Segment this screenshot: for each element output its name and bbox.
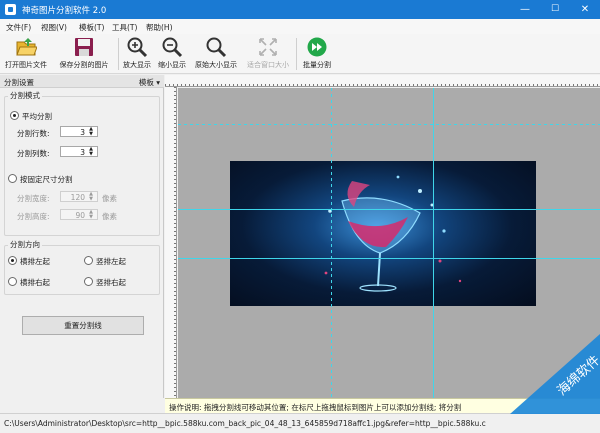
zoom-out-icon — [162, 37, 183, 58]
split-mode-label: 分割模式 — [8, 90, 42, 101]
v-right-label: 竖排右起 — [96, 278, 126, 287]
toolbar-separator — [118, 38, 119, 70]
h-left-label: 横排左起 — [20, 257, 50, 266]
menu-view[interactable]: 视图(V) — [41, 22, 67, 33]
zoom-in-icon — [127, 37, 148, 58]
status-bar: C:\Users\Administrator\Desktop\src=http_… — [0, 413, 600, 433]
fixed-size-label: 按固定尺寸分割 — [20, 175, 73, 184]
panel-header: 分割设置 模板 ▾ — [0, 75, 164, 88]
vertical-ruler[interactable] — [165, 87, 177, 398]
height-unit: 像素 — [102, 212, 117, 221]
template-menu[interactable]: 模板 ▾ — [139, 77, 160, 88]
minimize-button[interactable]: — — [510, 0, 540, 19]
fixed-size-radio[interactable] — [8, 174, 17, 183]
horizontal-split-line[interactable] — [178, 124, 600, 125]
horizontal-split-line[interactable] — [178, 209, 600, 210]
height-stepper[interactable]: 90 ▲ ▼ — [60, 209, 98, 220]
width-unit: 像素 — [102, 194, 117, 203]
watermark-logo: 海绵软件 — [510, 334, 600, 414]
vertical-split-line[interactable] — [433, 88, 434, 398]
horizontal-split-line[interactable] — [178, 258, 600, 259]
cocktail-glass-illustration — [324, 175, 462, 292]
cols-stepper[interactable]: 3 ▲ ▼ — [60, 146, 98, 157]
width-stepper[interactable]: 120 ▲ ▼ — [60, 191, 98, 202]
fit-window-icon — [259, 38, 277, 56]
direction-label: 分割方向 — [8, 239, 42, 250]
panel-title: 分割设置 — [4, 78, 34, 87]
v-left-label: 竖排左起 — [96, 257, 126, 266]
save-icon — [75, 38, 93, 56]
menu-help[interactable]: 帮助(H) — [146, 22, 173, 33]
menu-file[interactable]: 文件(F) — [6, 22, 31, 33]
cols-label: 分割列数: — [17, 149, 50, 158]
height-label: 分割高度: — [17, 212, 50, 221]
equal-split-radio[interactable] — [10, 111, 19, 120]
fast-forward-icon — [307, 37, 327, 57]
window-title: 神奇图片分割软件 2.0 — [22, 6, 107, 16]
folder-open-icon — [16, 38, 37, 56]
toolbar-separator — [296, 38, 297, 70]
title-bar: 神奇图片分割软件 2.0 — ☐ ✕ — [0, 0, 600, 19]
rows-stepper[interactable]: 3 ▲ ▼ — [60, 126, 98, 137]
save-split-button[interactable]: 保存分割的图片 — [55, 36, 113, 72]
rows-label: 分割行数: — [17, 129, 50, 138]
toolbar: 打开图片文件 保存分割的图片 放大显示 缩小显示 原始大小显示 适合窗口大小 批… — [0, 34, 600, 74]
menu-template[interactable]: 模板(T) — [79, 22, 104, 33]
settings-panel: 分割设置 模板 ▾ 分割模式 平均分割 分割行数: 3 ▲ ▼ 分割列数: 3 ▲… — [0, 75, 164, 398]
v-left-radio[interactable] — [84, 256, 93, 265]
reset-lines-button[interactable]: 重置分割线 — [22, 316, 144, 335]
h-right-radio[interactable] — [8, 277, 17, 286]
horizontal-ruler[interactable] — [165, 75, 600, 87]
v-right-radio[interactable] — [84, 277, 93, 286]
hint-text: 操作说明: 拖拽分割线可移动其位置; 在标尺上拖拽鼠标到图片上可以添加分割线; … — [169, 403, 462, 412]
stepper-arrows[interactable]: ▲ ▼ — [87, 192, 95, 202]
file-path: C:\Users\Administrator\Desktop\src=http_… — [4, 419, 486, 428]
h-left-radio[interactable] — [8, 256, 17, 265]
menu-bar: 文件(F) 视图(V) 模板(T) 工具(T) 帮助(H) — [0, 19, 600, 34]
close-button[interactable]: ✕ — [570, 0, 600, 19]
zoom-in-button[interactable]: 放大显示 — [120, 36, 154, 72]
menu-tools[interactable]: 工具(T) — [112, 22, 137, 33]
vertical-split-line[interactable] — [331, 88, 332, 398]
stepper-arrows[interactable]: ▲ ▼ — [87, 147, 95, 157]
zoom-out-button[interactable]: 缩小显示 — [155, 36, 189, 72]
preview-image — [230, 161, 536, 306]
equal-split-label: 平均分割 — [22, 112, 52, 121]
batch-split-button[interactable]: 批量分割 — [299, 36, 335, 72]
maximize-button[interactable]: ☐ — [540, 0, 570, 19]
open-image-button[interactable]: 打开图片文件 — [4, 36, 48, 72]
fit-window-button[interactable]: 适合窗口大小 — [243, 36, 293, 72]
actual-size-button[interactable]: 原始大小显示 — [192, 36, 240, 72]
stepper-arrows[interactable]: ▲ ▼ — [87, 127, 95, 137]
stepper-arrows[interactable]: ▲ ▼ — [87, 210, 95, 220]
app-icon — [5, 4, 16, 15]
h-right-label: 横排右起 — [20, 278, 50, 287]
width-label: 分割宽度: — [17, 194, 50, 203]
magnifier-icon — [206, 37, 227, 58]
